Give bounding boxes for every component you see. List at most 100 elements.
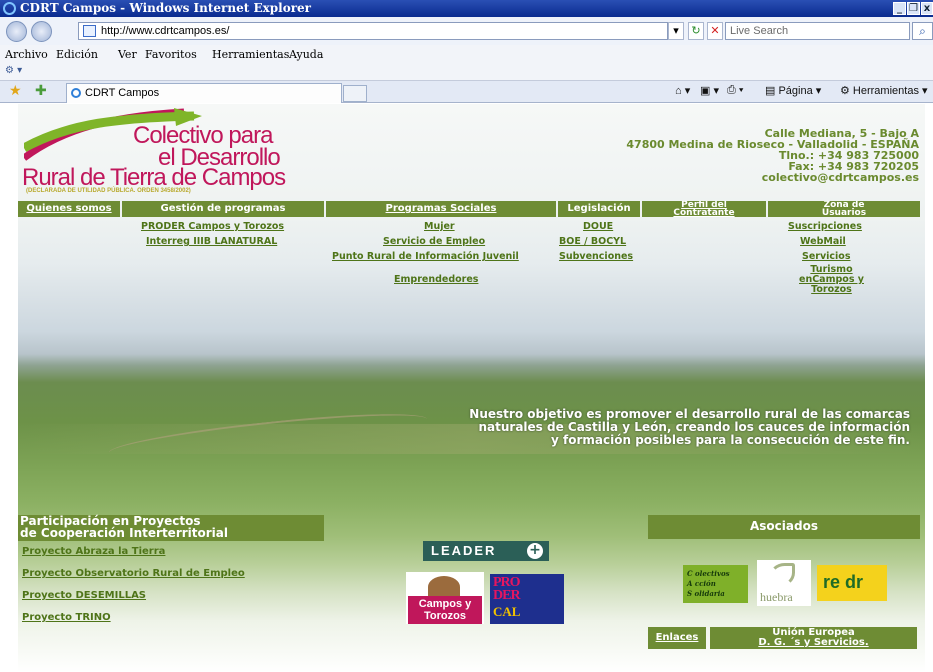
- huebra-label: huebra: [760, 590, 793, 604]
- link-suscripciones[interactable]: Suscripciones: [788, 221, 862, 232]
- feeds-icon[interactable]: ▣ ▾: [700, 84, 719, 97]
- nav-quienes-somos[interactable]: Quienes somos: [18, 201, 120, 217]
- participacion-header: Participación en Proyectos de Cooperació…: [18, 515, 324, 541]
- cas-line-1: C olectivos: [687, 569, 730, 578]
- back-button[interactable]: [6, 21, 27, 42]
- link-doue[interactable]: DOUE: [583, 221, 613, 232]
- proder-cal-logo[interactable]: PRO DER CAL: [490, 574, 564, 624]
- link-servicio-empleo[interactable]: Servicio de Empleo: [383, 236, 485, 247]
- ie-logo-icon: [3, 2, 16, 15]
- nav-programas-label: Programas Sociales: [385, 203, 497, 214]
- page-menu-label: Página ▾: [778, 85, 822, 97]
- redr-logo[interactable]: re dr: [817, 565, 887, 601]
- print-icon[interactable]: ⎙ ▾: [727, 84, 743, 97]
- search-icon[interactable]: ⌕: [912, 22, 933, 40]
- site-logo[interactable]: Colectivo para el Desarrollo Rural de Ti…: [18, 104, 318, 200]
- tools-menu[interactable]: ⚙ Herramientas ▾: [840, 84, 928, 97]
- link-interreg[interactable]: Interreg IIIB LANATURAL: [146, 236, 277, 247]
- tab-cdrt-campos[interactable]: CDRT Campos: [66, 83, 342, 103]
- nav-programas-sociales[interactable]: Programas Sociales: [326, 201, 556, 217]
- cas-line-3: S olidaria: [687, 589, 725, 598]
- address-text: http://www.cdrtcampos.es/: [101, 25, 230, 37]
- link-mujer[interactable]: Mujer: [424, 221, 455, 232]
- logo-declaration: (DECLARADA DE UTILIDAD PÚBLICA. ORDEN 34…: [26, 188, 191, 194]
- mission-line-3: y formación posibles para la consecución…: [551, 433, 910, 447]
- tab-bar: ★ ✚ CDRT Campos ⌂ ▾ ▣ ▾ ⎙ ▾ ▤ Página ▾ ⚙…: [0, 81, 933, 103]
- link-desemillas[interactable]: Proyecto DESEMILLAS: [22, 590, 146, 601]
- menu-ayuda[interactable]: Ayuda: [289, 48, 323, 61]
- tools-menu-label: Herramientas ▾: [852, 85, 928, 97]
- ue-line-2: D. G. ´s y Servicios.: [710, 638, 917, 648]
- close-button[interactable]: x: [921, 2, 933, 15]
- link-proder[interactable]: PRODER Campos y Torozos: [141, 221, 284, 232]
- proder-line-2: DER: [493, 588, 521, 603]
- campos-line-2: Torozos: [424, 610, 466, 622]
- link-abraza-tierra[interactable]: Proyecto Abraza la Tierra: [22, 546, 165, 557]
- nav-zona-line-2: Usuarios: [821, 208, 867, 218]
- search-input[interactable]: Live Search: [725, 22, 910, 40]
- ue-line-2-label: D. G. ´s y Servicios.: [758, 637, 869, 648]
- contact-email[interactable]: colectivo@cdrtcampos.es: [626, 172, 919, 183]
- link-boe-bocyl[interactable]: BOE / BOCYL: [559, 236, 626, 247]
- link-subvenciones[interactable]: Subvenciones: [559, 251, 633, 262]
- restore-button[interactable]: ❐: [907, 2, 920, 15]
- page-icon: [83, 25, 96, 37]
- nav-perfil-line-2: Contratante: [673, 208, 735, 218]
- link-punto-rural[interactable]: Punto Rural de Información Juvenil: [332, 251, 519, 262]
- leader-plus-logo[interactable]: LEADER +: [423, 541, 549, 561]
- forward-button[interactable]: [31, 21, 52, 42]
- cas-line-2: A cción: [687, 579, 716, 588]
- menu-ver[interactable]: Ver: [118, 48, 137, 61]
- refresh-button[interactable]: ↻: [688, 22, 704, 40]
- plus-icon: +: [527, 543, 543, 559]
- leader-label: LEADER: [431, 543, 497, 558]
- address-toolbar: http://www.cdrtcampos.es/ ▾ ↻ ✕ Live Sea…: [0, 17, 933, 45]
- link-turismo[interactable]: Turismo enCampos y Torozos: [799, 265, 864, 295]
- favorites-star-icon[interactable]: ★: [9, 83, 22, 99]
- nav-perfil-contratante[interactable]: Perfil del Contratante: [642, 201, 766, 217]
- menu-herramientas[interactable]: Herramientas: [212, 48, 289, 61]
- nav-gestion-programas[interactable]: Gestión de programas: [122, 201, 324, 217]
- menu-archivo[interactable]: Archivo: [5, 48, 48, 61]
- tab-title: CDRT Campos: [85, 87, 160, 99]
- proder-cal: CAL: [493, 604, 521, 619]
- link-trino[interactable]: Proyecto TRINO: [22, 612, 111, 623]
- nav-legislacion[interactable]: Legislación: [558, 201, 640, 217]
- colectivos-accion-solidaria-logo[interactable]: C olectivos A cción S olidaria: [683, 565, 748, 603]
- enlaces-label: Enlaces: [655, 632, 699, 643]
- web-page: Colectivo para el Desarrollo Rural de Ti…: [0, 104, 933, 672]
- window-title: CDRT Campos - Windows Internet Explorer: [20, 1, 311, 15]
- huebra-swirl-icon: [769, 563, 795, 587]
- home-icon[interactable]: ⌂ ▾: [675, 84, 690, 97]
- nav-zona-usuarios[interactable]: Zona de Usuarios: [768, 201, 920, 217]
- campos-torozos-logo[interactable]: Campos y Torozos: [406, 572, 484, 624]
- campos-label: Campos y Torozos: [408, 596, 482, 624]
- contact-block: Calle Mediana, 5 - Bajo A 47800 Medina d…: [626, 128, 919, 183]
- stop-button[interactable]: ✕: [707, 22, 723, 40]
- add-favorites-icon[interactable]: ✚: [35, 83, 47, 99]
- mission-statement: Nuestro objetivo es promover el desarrol…: [360, 408, 910, 447]
- menu-edicion[interactable]: Edición: [56, 48, 98, 61]
- proder-text: PRO DER: [493, 576, 521, 603]
- nav-quienes-label: Quienes somos: [26, 203, 112, 214]
- minimize-button[interactable]: _: [893, 2, 906, 15]
- huebra-logo[interactable]: huebra: [757, 560, 811, 606]
- page-menu[interactable]: ▤ Página ▾: [765, 84, 821, 97]
- link-emprendedores[interactable]: Emprendedores: [394, 274, 478, 285]
- turismo-line-3: Torozos: [811, 284, 852, 295]
- new-tab-button[interactable]: [343, 85, 367, 102]
- address-dropdown-button[interactable]: ▾: [668, 22, 684, 40]
- link-servicios[interactable]: Servicios: [802, 251, 851, 262]
- link-observatorio[interactable]: Proyecto Observatorio Rural de Empleo: [22, 568, 245, 579]
- campos-line-1: Campos y: [418, 598, 472, 610]
- address-bar[interactable]: http://www.cdrtcampos.es/: [78, 22, 668, 40]
- union-europea-button[interactable]: Unión Europea D. G. ´s y Servicios.: [710, 627, 917, 649]
- enlaces-button[interactable]: Enlaces: [648, 627, 706, 649]
- menu-favoritos[interactable]: Favoritos: [145, 48, 197, 61]
- window-title-bar: CDRT Campos - Windows Internet Explorer …: [0, 0, 933, 17]
- participacion-title-2: de Cooperación Interterritorial: [20, 526, 228, 540]
- toolbar-options-icon[interactable]: ⚙ ▾: [5, 65, 22, 76]
- link-webmail[interactable]: WebMail: [800, 236, 846, 247]
- tab-ie-icon: [71, 88, 81, 98]
- asociados-header: Asociados: [648, 515, 920, 539]
